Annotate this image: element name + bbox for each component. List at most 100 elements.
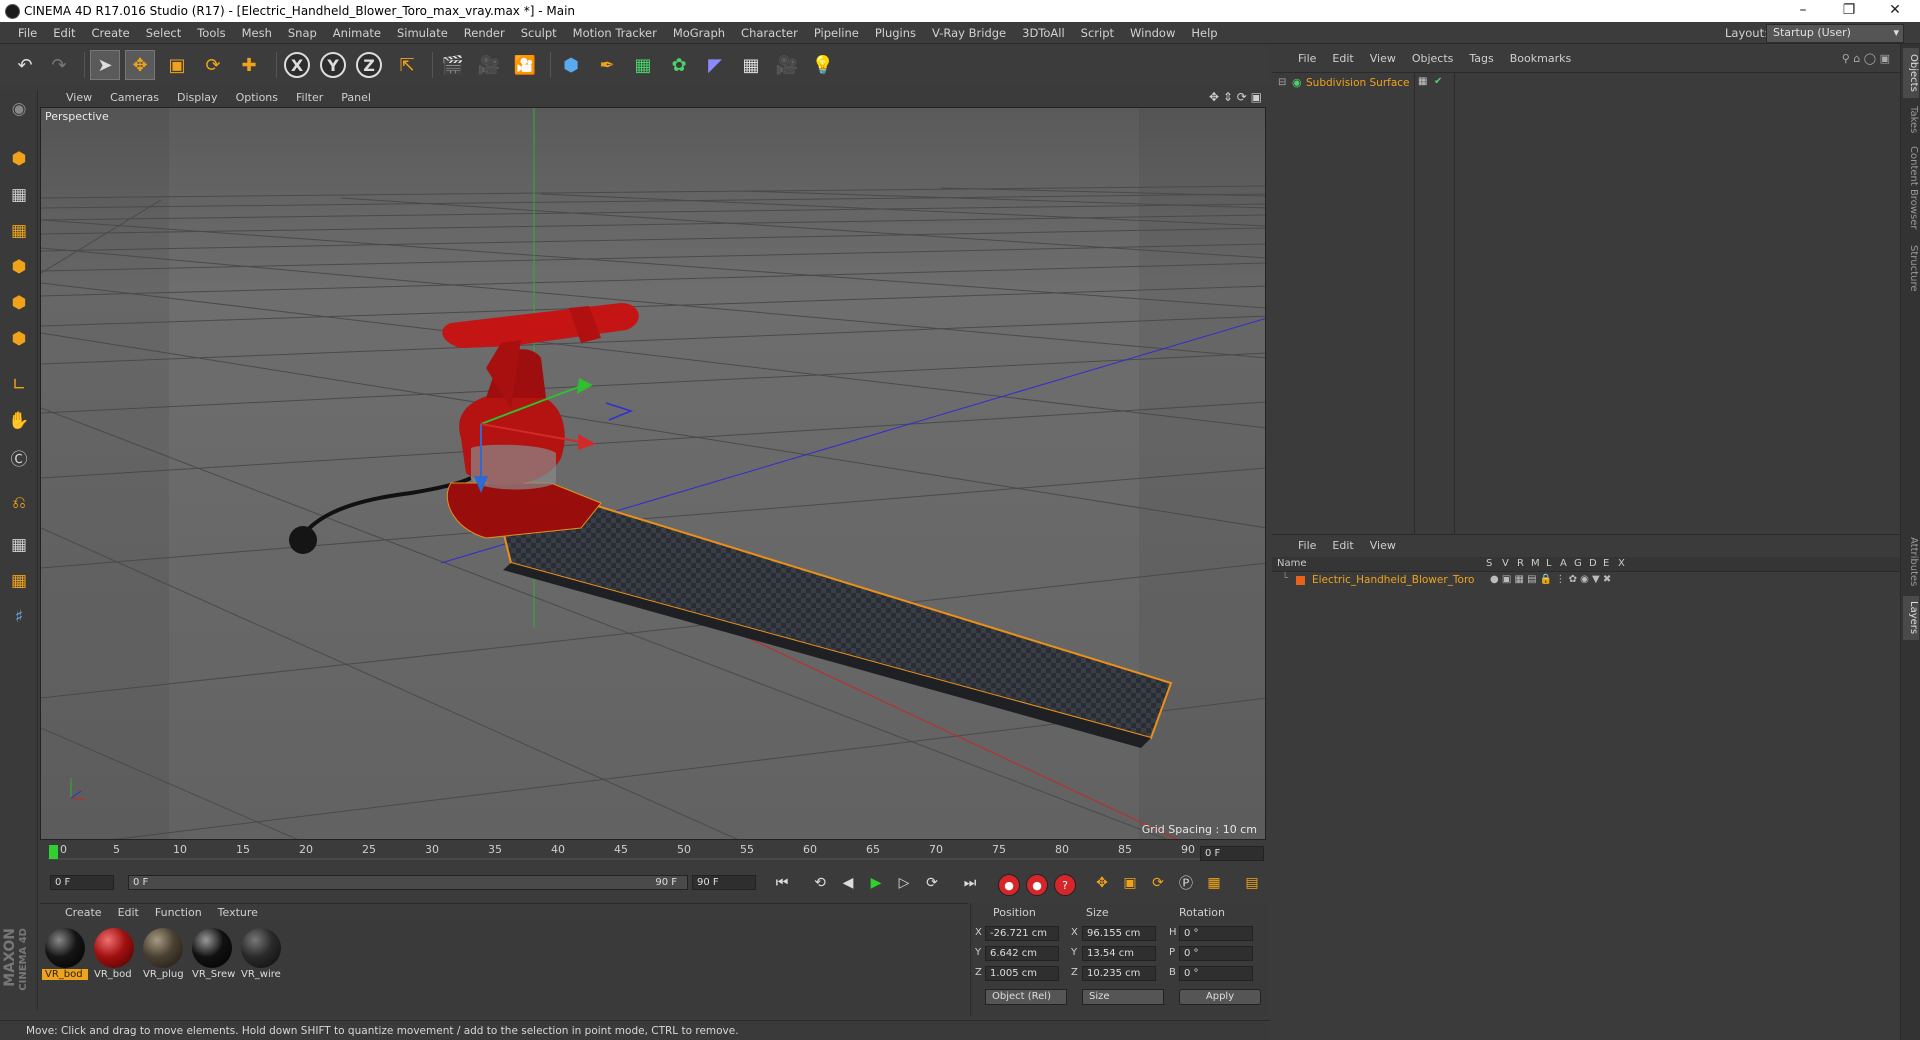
keyframe-selection-icon[interactable]: ?	[1054, 874, 1076, 896]
minimize-icon[interactable]: –	[1780, 0, 1826, 22]
texture-mode-icon[interactable]: ▦	[4, 180, 34, 210]
preview-range-slider[interactable]: 0 F 90 F	[128, 875, 688, 890]
layer-menu-file[interactable]: File	[1290, 535, 1324, 557]
material-item[interactable]: VR_bod	[42, 926, 88, 984]
search-icon[interactable]: ⚲ ⌂ ◯ ▣	[1842, 52, 1890, 65]
material-menu-edit[interactable]: Edit	[110, 904, 147, 922]
material-menu-function[interactable]: Function	[147, 904, 210, 922]
tweak-mode-icon[interactable]: ✋	[4, 406, 34, 436]
timeline-ruler[interactable]: 0 5 10 15 20 25 30 35 40 45 50 55 60 65 …	[40, 842, 1268, 862]
previous-keyframe-icon[interactable]: ⟲	[808, 872, 832, 894]
make-editable-icon[interactable]: ◉	[4, 94, 34, 124]
expand-toggle-icon[interactable]: ⊟	[1278, 77, 1286, 88]
key-pla-icon[interactable]: ▦	[1202, 872, 1226, 894]
menu-sculpt[interactable]: Sculpt	[513, 22, 565, 44]
menu-simulate[interactable]: Simulate	[389, 22, 456, 44]
goto-end-icon[interactable]: ⏭	[958, 872, 982, 894]
layer-row[interactable]: └ Electric_Handheld_Blower_Toro ● ▣ ▦ ▤ …	[1272, 572, 1900, 588]
menu-window[interactable]: Window	[1122, 22, 1183, 44]
cloner-icon[interactable]: ✿	[664, 50, 694, 80]
autokeying-icon[interactable]: ●	[1026, 874, 1048, 896]
menu-file[interactable]: File	[10, 22, 45, 44]
key-parameter-icon[interactable]: Ⓟ	[1174, 872, 1198, 894]
layer-flag-icons[interactable]: ● ▣ ▦ ▤ 🔒 ⋮ ✿ ◉ ▼ ✖	[1490, 574, 1611, 585]
select-arrow-icon[interactable]: ➤	[90, 50, 120, 80]
next-frame-icon[interactable]: ▷	[892, 872, 916, 894]
size-mode-dropdown[interactable]: Size	[1082, 989, 1164, 1005]
render-to-picture-viewer-icon[interactable]: 🎥	[474, 50, 504, 80]
menu-render[interactable]: Render	[456, 22, 513, 44]
menu-motion-tracker[interactable]: Motion Tracker	[565, 22, 665, 44]
enabled-check-icon[interactable]: ✔	[1434, 76, 1442, 87]
scale-tool-icon[interactable]: ▣	[162, 50, 192, 80]
menu-snap[interactable]: Snap	[280, 22, 325, 44]
move-tool-icon[interactable]: ✥	[125, 50, 155, 80]
play-icon[interactable]: ▶	[864, 872, 888, 894]
menu-edit[interactable]: Edit	[45, 22, 83, 44]
viewport-navigation-icons[interactable]: ✥ ⇕ ⟳ ▣	[1209, 90, 1262, 104]
timeline-window-icon[interactable]: ▤	[1240, 872, 1264, 894]
coordinate-mode-dropdown[interactable]: Object (Rel)	[985, 989, 1067, 1005]
object-menu-tags[interactable]: Tags	[1461, 48, 1501, 70]
layer-menu-view[interactable]: View	[1362, 535, 1404, 557]
object-row[interactable]: ⊟ ◉ Subdivision Surface ▦ ✔	[1272, 75, 1900, 91]
previous-frame-icon[interactable]: ◀	[836, 872, 860, 894]
viewport-menu-cameras[interactable]: Cameras	[101, 89, 168, 107]
menu-pipeline[interactable]: Pipeline	[806, 22, 867, 44]
object-menu-bookmarks[interactable]: Bookmarks	[1502, 48, 1579, 70]
menu-plugins[interactable]: Plugins	[867, 22, 924, 44]
menu-help[interactable]: Help	[1183, 22, 1225, 44]
camera-icon[interactable]: 🎥	[772, 50, 802, 80]
menu-tools[interactable]: Tools	[189, 22, 233, 44]
x-axis-lock-button[interactable]: X	[282, 50, 312, 80]
position-x-field[interactable]: -26.721 cm	[985, 926, 1059, 941]
menu-mesh[interactable]: Mesh	[234, 22, 280, 44]
menu-create[interactable]: Create	[84, 22, 138, 44]
key-scale-icon[interactable]: ▣	[1118, 872, 1142, 894]
edges-mode-icon[interactable]: ⬢	[4, 288, 34, 318]
menu-vray-bridge[interactable]: V-Ray Bridge	[924, 22, 1014, 44]
material-item[interactable]: VR_plug	[140, 926, 186, 984]
rotation-h-field[interactable]: 0 °	[1179, 926, 1253, 941]
viewport-menu-view[interactable]: View	[57, 89, 101, 107]
object-menu-file[interactable]: File	[1290, 48, 1324, 70]
object-menu-view[interactable]: View	[1362, 48, 1404, 70]
close-icon[interactable]: ✕	[1872, 0, 1918, 22]
size-z-field[interactable]: 10.235 cm	[1082, 966, 1156, 981]
snap-icon[interactable]: Ⓒ	[4, 442, 34, 472]
playhead-marker[interactable]	[49, 845, 58, 859]
current-frame-field[interactable]: 0 F	[1200, 846, 1264, 861]
end-frame-field[interactable]: 90 F	[692, 875, 756, 890]
redo-icon[interactable]: ↷	[44, 50, 74, 80]
coordinate-system-icon[interactable]: ⇱	[392, 50, 422, 80]
object-menu-objects[interactable]: Objects	[1404, 48, 1462, 70]
menu-character[interactable]: Character	[733, 22, 806, 44]
viewport-menu-options[interactable]: Options	[227, 89, 287, 107]
viewport-menu-filter[interactable]: Filter	[287, 89, 332, 107]
polygons-mode-icon[interactable]: ⬢	[4, 324, 34, 354]
python-icon[interactable]: ♯	[4, 602, 34, 632]
rotation-b-field[interactable]: 0 °	[1179, 966, 1253, 981]
tab-content-browser[interactable]: Content Browser	[1903, 144, 1919, 232]
material-item[interactable]: VR_Srew	[189, 926, 235, 984]
material-menu-create[interactable]: Create	[57, 904, 110, 922]
axis-mode-icon[interactable]: ∟	[4, 370, 34, 400]
light-icon[interactable]: 💡	[808, 50, 838, 80]
menu-script[interactable]: Script	[1073, 22, 1122, 44]
start-frame-field[interactable]: 0 F	[50, 875, 114, 890]
model-mode-icon[interactable]: ⬢	[4, 144, 34, 174]
z-axis-lock-button[interactable]: Z	[354, 50, 384, 80]
apply-button[interactable]: Apply	[1179, 989, 1261, 1005]
menu-animate[interactable]: Animate	[325, 22, 389, 44]
object-menu-edit[interactable]: Edit	[1324, 48, 1361, 70]
material-menu-texture[interactable]: Texture	[210, 904, 266, 922]
menu-mograph[interactable]: MoGraph	[665, 22, 733, 44]
rotation-p-field[interactable]: 0 °	[1179, 946, 1253, 961]
last-tool-icon[interactable]: ✚	[234, 50, 264, 80]
workplane-mode-icon[interactable]: ▦	[4, 216, 34, 246]
render-settings-icon[interactable]: 🎦	[510, 50, 540, 80]
layer-menu-edit[interactable]: Edit	[1324, 535, 1361, 557]
tab-takes[interactable]: Takes	[1903, 102, 1919, 138]
y-axis-lock-button[interactable]: Y	[318, 50, 348, 80]
position-z-field[interactable]: 1.005 cm	[985, 966, 1059, 981]
